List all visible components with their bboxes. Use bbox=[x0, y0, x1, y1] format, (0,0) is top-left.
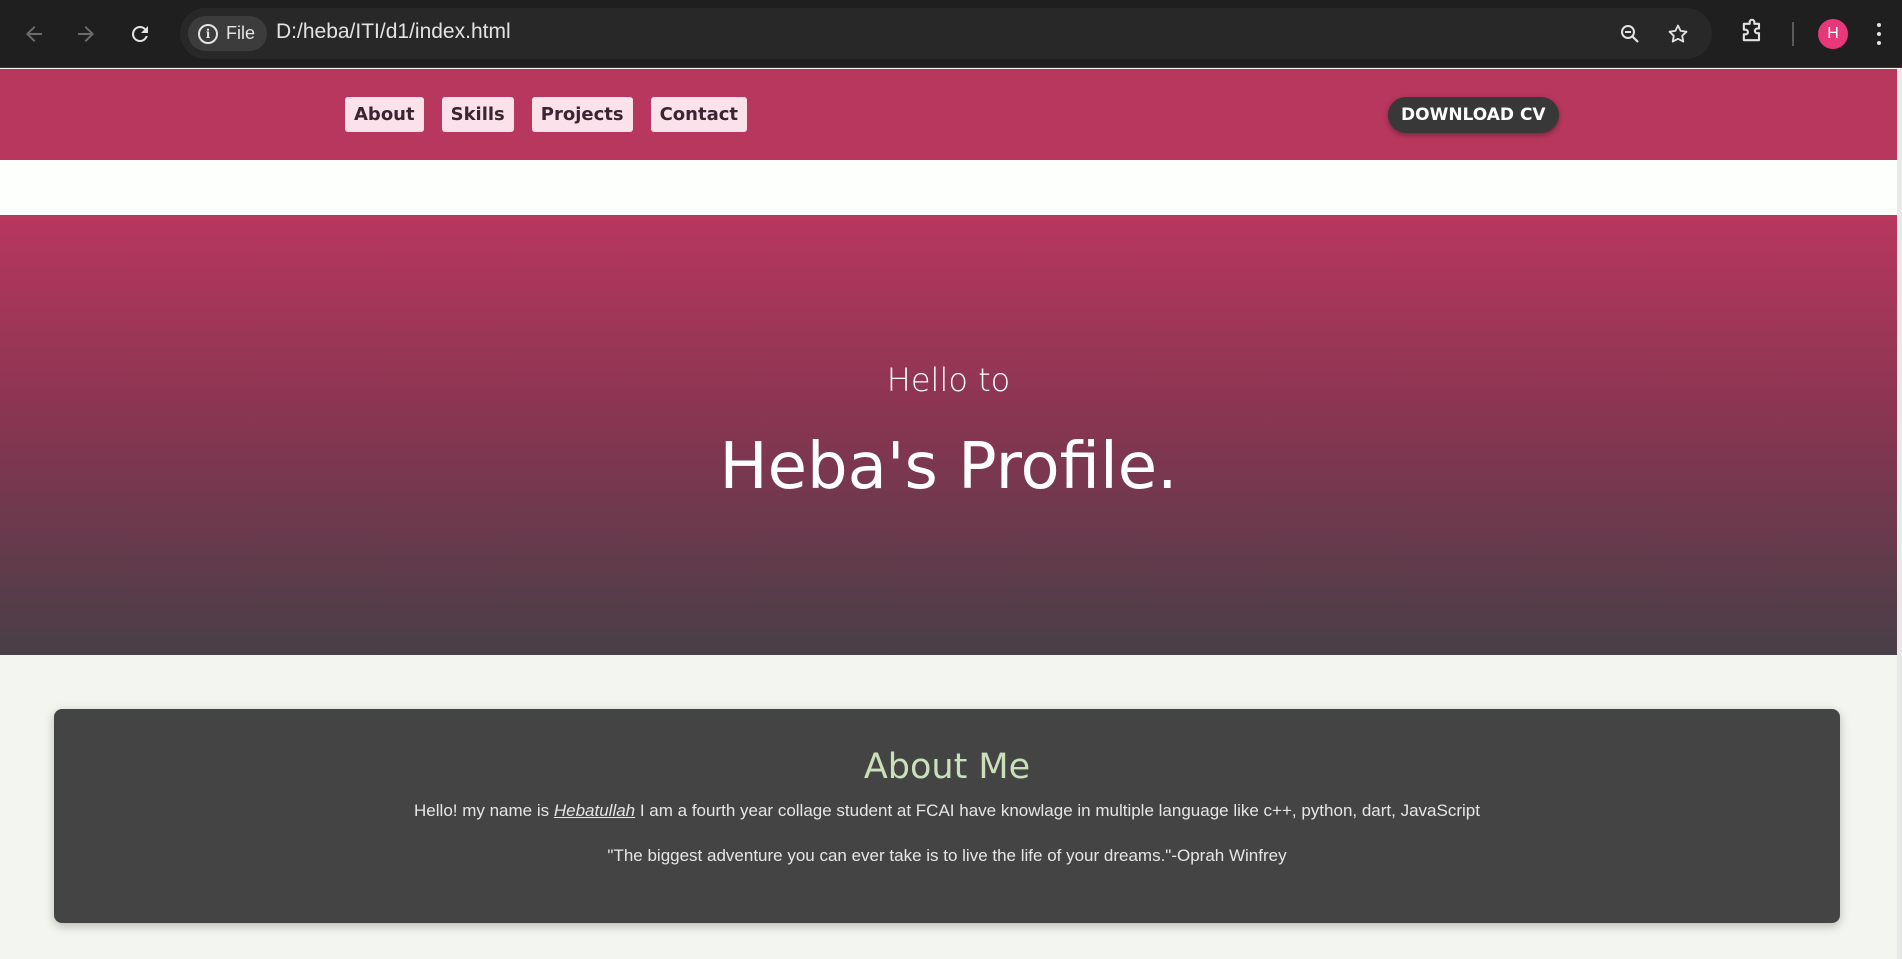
menu-icon[interactable] bbox=[1874, 20, 1884, 48]
browser-toolbar: i File D:/heba/ITI/d1/index.html H bbox=[0, 0, 1902, 68]
hero-greeting: Hello to bbox=[886, 361, 1011, 399]
nav-links: About Skills Projects Contact bbox=[345, 97, 748, 132]
extensions-icon[interactable] bbox=[1738, 18, 1768, 48]
toolbar-divider bbox=[1792, 22, 1794, 46]
nav-link-projects[interactable]: Projects bbox=[531, 97, 633, 132]
hero-section: Hello to Heba's Profile. bbox=[0, 215, 1897, 655]
nav-link-about[interactable]: About bbox=[345, 97, 424, 132]
profile-avatar[interactable]: H bbox=[1818, 19, 1848, 49]
forward-icon[interactable] bbox=[68, 16, 104, 52]
page-content: About Skills Projects Contact DOWNLOAD C… bbox=[0, 69, 1897, 959]
site-navbar: About Skills Projects Contact DOWNLOAD C… bbox=[0, 69, 1897, 160]
bio-suffix: I am a fourth year collage student at FC… bbox=[635, 801, 1480, 820]
zoom-icon[interactable] bbox=[1616, 20, 1644, 48]
file-chip-label: File bbox=[226, 23, 256, 43]
back-icon[interactable] bbox=[16, 16, 52, 52]
about-bio: Hello! my name is Hebatullah I am a four… bbox=[54, 801, 1840, 821]
address-bar[interactable]: i File D:/heba/ITI/d1/index.html bbox=[180, 8, 1712, 59]
star-icon[interactable] bbox=[1664, 20, 1692, 48]
hero-title: Heba's Profile. bbox=[719, 430, 1178, 504]
bio-prefix: Hello! my name is bbox=[414, 801, 554, 820]
page-scrollbar[interactable] bbox=[1897, 69, 1902, 959]
info-icon: i bbox=[198, 23, 218, 44]
about-card: About Me Hello! my name is Hebatullah I … bbox=[54, 709, 1840, 923]
about-quote: "The biggest adventure you can ever take… bbox=[607, 846, 1287, 865]
about-heading: About Me bbox=[863, 747, 1031, 787]
reload-icon[interactable] bbox=[122, 16, 158, 52]
nav-link-skills[interactable]: Skills bbox=[441, 97, 514, 132]
bio-name-link[interactable]: Hebatullah bbox=[554, 801, 635, 820]
site-info-chip[interactable]: i File bbox=[188, 16, 268, 51]
nav-link-contact[interactable]: Contact bbox=[650, 97, 748, 132]
spacer-band bbox=[0, 160, 1897, 215]
url-text[interactable]: D:/heba/ITI/d1/index.html bbox=[276, 20, 511, 44]
download-cv-button[interactable]: DOWNLOAD CV bbox=[1388, 97, 1559, 133]
